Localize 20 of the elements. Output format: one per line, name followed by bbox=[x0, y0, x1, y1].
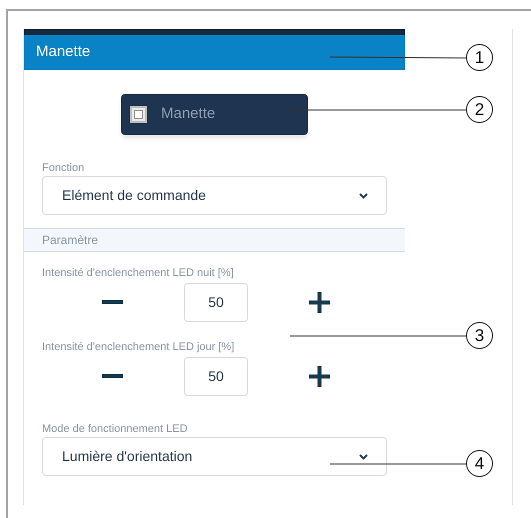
value-input[interactable]: 50 bbox=[184, 282, 248, 322]
field-label: Fonction bbox=[42, 161, 86, 175]
device-button[interactable]: Manette bbox=[121, 94, 308, 135]
value-input[interactable]: 50 bbox=[184, 356, 248, 396]
callout-number: 3 bbox=[466, 322, 493, 349]
field-label: Intensité d'enclenchement LED nuit [%] bbox=[42, 266, 235, 280]
plus-icon[interactable] bbox=[309, 366, 330, 386]
square-icon bbox=[130, 106, 147, 123]
callout-number: 4 bbox=[466, 450, 493, 477]
function-dropdown[interactable]: Elément de commande bbox=[42, 176, 387, 215]
section-title: Paramètre bbox=[42, 232, 98, 249]
field-label: Intensité d'enclenchement LED jour [%] bbox=[42, 340, 236, 354]
chevron-down-icon bbox=[359, 454, 368, 460]
chevron-down-icon bbox=[359, 192, 368, 198]
panel-title: Manette bbox=[36, 42, 90, 62]
field-label: Mode de fonctionnement LED bbox=[42, 422, 189, 436]
callout-number: 1 bbox=[466, 44, 493, 71]
plus-icon[interactable] bbox=[309, 292, 330, 312]
callout-number: 2 bbox=[466, 96, 493, 123]
mode-dropdown[interactable]: Lumière d'orientation bbox=[42, 437, 387, 476]
